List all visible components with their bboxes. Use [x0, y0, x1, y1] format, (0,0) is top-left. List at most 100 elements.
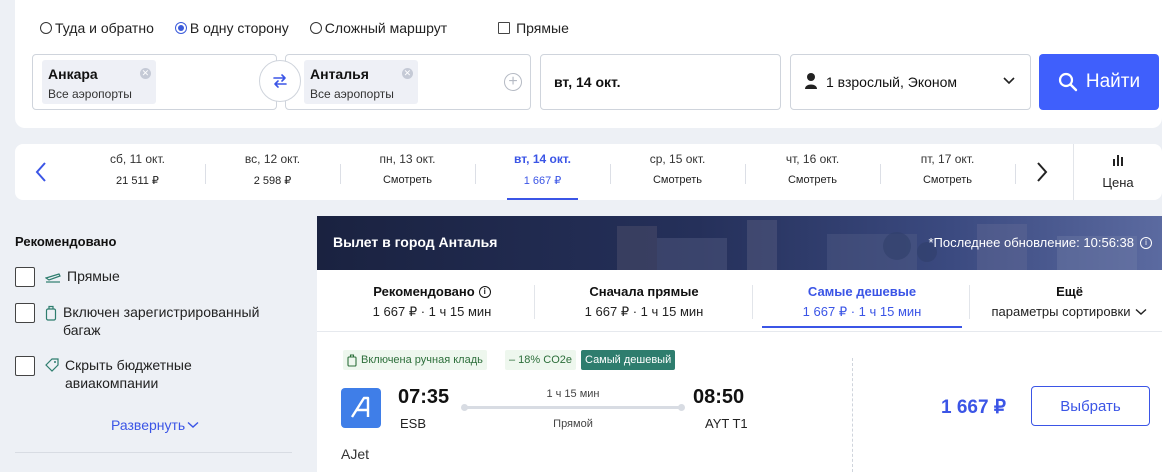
date-tab[interactable]: вс, 12 окт. 2 598 ₽ [205, 152, 340, 192]
radio-label: Туда и обратно [55, 20, 154, 36]
radio-multi-city[interactable]: Сложный маршрут [309, 20, 447, 36]
destination-airports: Все аэропорты [310, 87, 394, 101]
origin-chip: Анкара Все аэропорты ✕ [42, 60, 156, 104]
date-tab-label: пт, 17 окт. [920, 152, 975, 166]
remove-origin-icon[interactable]: ✕ [139, 68, 151, 79]
trip-type-row: Туда и обратно В одну сторону Сложный ма… [40, 20, 569, 36]
swap-icon [273, 74, 287, 88]
sort-tab-title: Ещё [1056, 284, 1083, 299]
date-tab[interactable]: ср, 15 окт. Смотреть [610, 152, 745, 192]
departure-time: 07:35 [398, 386, 450, 408]
date-tab-label: сб, 11 окт. [110, 152, 165, 166]
date-tab[interactable]: сб, 11 окт. 21 511 ₽ [70, 152, 205, 192]
chevron-left-icon [35, 162, 46, 182]
chevron-down-icon [1003, 77, 1015, 85]
radio-label: В одну сторону [189, 20, 289, 36]
chevron-down-icon [1136, 308, 1147, 315]
origin-field[interactable]: Анкара Все аэропорты ✕ [32, 54, 277, 110]
sort-tab-title: Сначала прямые [589, 284, 699, 299]
prev-dates-button[interactable] [30, 160, 52, 184]
sort-tab-direct-first[interactable]: Сначала прямые 1 667 ₽ · 1 ч 15 мин [539, 270, 749, 332]
plane-icon [45, 273, 61, 283]
origin-airports: Все аэропорты [48, 87, 132, 101]
co2-tag: – 18% CO2e [505, 350, 576, 370]
date-tab-label: ср, 15 окт. [649, 152, 706, 166]
divider [1015, 164, 1016, 184]
date-tab[interactable]: пн, 13 окт. Смотреть [340, 152, 475, 192]
destination-field[interactable]: Анталья Все аэропорты ✕ + [285, 54, 531, 110]
banner-title: Вылет в город Анталья [333, 234, 498, 250]
divider [534, 285, 535, 319]
checkbox-box [498, 22, 511, 34]
remove-destination-icon[interactable]: ✕ [401, 68, 413, 79]
date-value: вт, 14 окт. [554, 74, 621, 90]
sort-tab-sub: 1 667 ₽ · 1 ч 15 мин [372, 304, 492, 319]
divider [752, 285, 753, 319]
filter-baggage[interactable]: Включен зарегистрированный багаж [15, 303, 275, 339]
info-icon[interactable]: i [1140, 236, 1152, 249]
date-tab-price: Смотреть [652, 174, 703, 186]
sort-tabs: Рекомендовано i 1 667 ₽ · 1 ч 15 мин Сна… [317, 270, 1162, 332]
date-tab-price: 2 598 ₽ [253, 175, 292, 187]
ticket-price: 1 667 ₽ [941, 397, 1006, 418]
baggage-icon [45, 305, 57, 321]
date-field[interactable]: вт, 14 окт. [540, 54, 781, 110]
expand-filters-link[interactable]: Развернуть [111, 417, 199, 433]
passengers-field[interactable]: 1 взрослый, Эконом [790, 54, 1031, 110]
sort-tab-sub: 1 667 ₽ · 1 ч 15 мин [584, 304, 704, 319]
departure-airport: ESB [400, 416, 427, 431]
sort-tab-sub: параметры сортировки [991, 304, 1131, 319]
filter-label: Прямые [67, 268, 120, 284]
radio-indicator [309, 22, 322, 34]
radio-indicator-selected [174, 22, 187, 34]
flight-card[interactable]: Включена ручная кладь – 18% CO2e Самый д… [317, 334, 1162, 472]
divider [852, 358, 853, 472]
swap-button[interactable] [259, 60, 301, 102]
sort-tab-sub: 1 667 ₽ · 1 ч 15 мин [802, 304, 922, 319]
add-airport-icon[interactable]: + [504, 73, 522, 91]
direct-only-checkbox[interactable]: Прямые [498, 20, 569, 36]
destination-chip: Анталья Все аэропорты ✕ [304, 60, 418, 104]
date-tab-label: чт, 16 окт. [785, 152, 840, 166]
route-line [461, 404, 685, 411]
price-graph-button[interactable]: Цена [1073, 144, 1162, 200]
checkbox-box [15, 267, 35, 287]
radio-round-trip[interactable]: Туда и обратно [40, 20, 154, 36]
radio-indicator [40, 22, 52, 34]
expand-label: Развернуть [111, 417, 186, 433]
filter-direct[interactable]: Прямые [15, 267, 120, 287]
select-flight-button[interactable]: Выбрать [1031, 386, 1150, 426]
airline-logo [341, 388, 381, 428]
filters-panel: Рекомендовано Прямые Включен зарегистрир… [15, 234, 295, 453]
filter-label: Скрыть бюджетные авиакомпании [65, 357, 192, 391]
sort-tab-cheapest[interactable]: Самые дешевые 1 667 ₽ · 1 ч 15 мин [762, 270, 962, 332]
carry-on-tag: Включена ручная кладь [343, 350, 487, 370]
date-tab-active[interactable]: вт, 14 окт. 1 667 ₽ [475, 152, 610, 200]
sort-tab-more[interactable]: Ещё параметры сортировки [977, 270, 1162, 332]
checkbox-box [15, 303, 35, 323]
arrival-airport: AYT T1 [705, 416, 748, 431]
person-icon [805, 73, 817, 89]
last-update: *Последнее обновление: 10:56:38 i [928, 235, 1152, 250]
arrival-time: 08:50 [693, 386, 745, 408]
chevron-down-icon [187, 421, 199, 428]
price-graph-label: Цена [1102, 175, 1134, 190]
next-dates-button[interactable] [1031, 160, 1053, 184]
checkbox-label: Прямые [516, 20, 569, 36]
date-tab-label: вс, 12 окт. [244, 152, 301, 166]
date-tab-price: Смотреть [922, 174, 973, 186]
sort-tab-title: Рекомендовано [373, 284, 475, 299]
origin-city: Анкара [48, 66, 98, 82]
date-strip: сб, 11 окт. 21 511 ₽ вс, 12 окт. 2 598 ₽… [15, 144, 1162, 200]
date-tab[interactable]: чт, 16 окт. Смотреть [745, 152, 880, 192]
date-tab[interactable]: пт, 17 окт. Смотреть [880, 152, 1015, 192]
results-panel: Вылет в город Анталья *Последнее обновле… [317, 216, 1162, 472]
radio-one-way[interactable]: В одну сторону [174, 20, 289, 36]
flight-duration: 1 ч 15 мин [546, 388, 600, 400]
date-tab-label: пн, 13 окт. [379, 152, 436, 166]
bar-chart-icon [1113, 155, 1123, 166]
filter-hide-budget[interactable]: Скрыть бюджетные авиакомпании [15, 356, 215, 392]
info-icon[interactable]: i [478, 285, 491, 298]
search-button[interactable]: Найти [1039, 54, 1159, 110]
sort-tab-recommended[interactable]: Рекомендовано i 1 667 ₽ · 1 ч 15 мин [327, 270, 537, 332]
